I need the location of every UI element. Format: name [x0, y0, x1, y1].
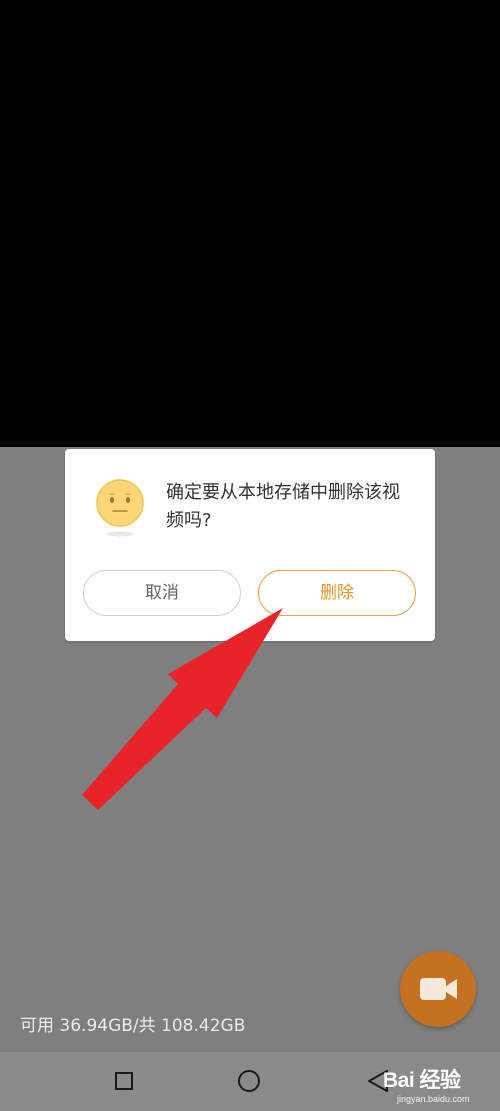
neutral-face-icon: [95, 479, 145, 539]
recent-apps-square-icon[interactable]: [115, 1072, 133, 1090]
home-circle-icon[interactable]: [238, 1070, 260, 1092]
storage-info: 可用 36.94GB/共 108.42GB: [20, 1016, 246, 1036]
cancel-button[interactable]: 取消: [83, 570, 241, 616]
video-camera-icon: [420, 978, 457, 1000]
baidu-jingyan-watermark: Bai 经验 jingyan.baidu.com: [383, 1064, 495, 1108]
watermark-url: jingyan.baidu.com: [397, 1094, 470, 1104]
watermark-brand: Bai 经验: [383, 1069, 461, 1092]
video-preview-area: [0, 0, 500, 447]
delete-button[interactable]: 删除: [258, 570, 416, 616]
delete-confirm-dialog: 确定要从本地存储中删除该视频吗? 取消 删除: [65, 449, 435, 641]
record-video-button[interactable]: [400, 951, 476, 1027]
dialog-message: 确定要从本地存储中删除该视频吗?: [166, 482, 400, 531]
